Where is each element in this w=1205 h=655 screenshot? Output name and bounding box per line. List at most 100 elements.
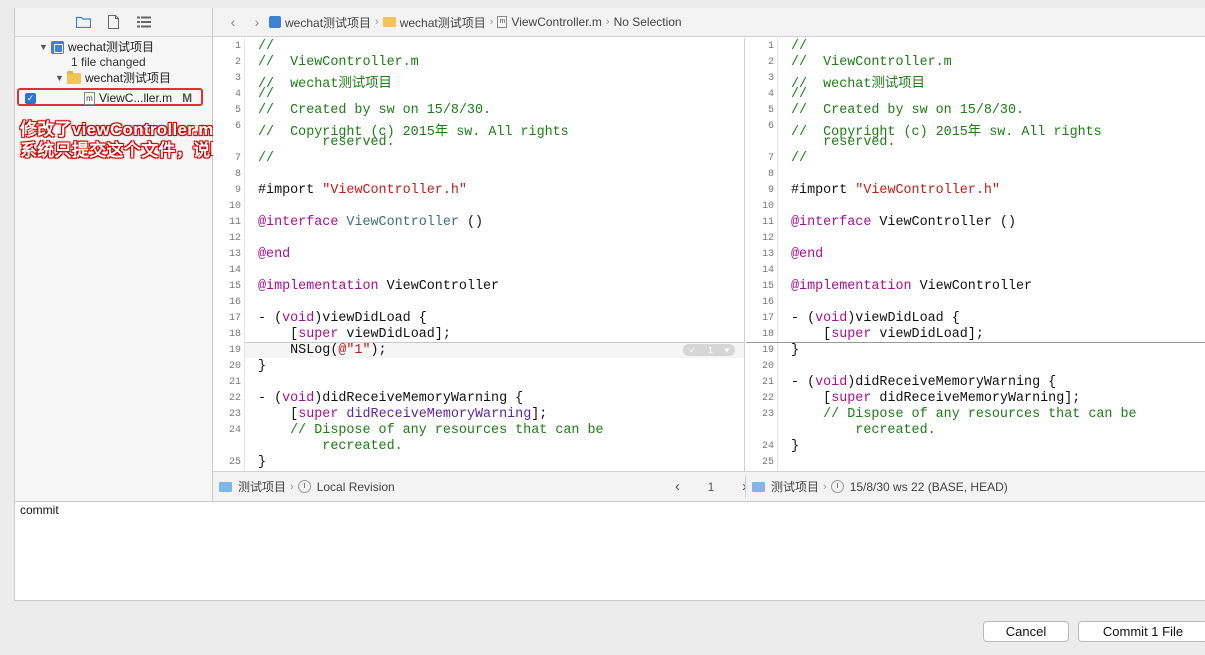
code-line[interactable]: [super didReceiveMemoryWarning]; bbox=[791, 391, 1080, 406]
diff-connector-line bbox=[746, 342, 1205, 343]
code-line[interactable]: [super didReceiveMemoryWarning]; bbox=[258, 407, 547, 422]
line-number: 17 bbox=[761, 313, 774, 324]
code-line[interactable]: // wechat测试项目 bbox=[791, 71, 925, 92]
chevron-right-icon: › bbox=[823, 480, 827, 493]
code-line[interactable]: reserved. bbox=[791, 135, 895, 150]
line-number: 21 bbox=[761, 377, 774, 388]
code-line[interactable]: } bbox=[258, 455, 266, 470]
code-line[interactable]: } bbox=[791, 343, 799, 358]
code-line[interactable]: recreated. bbox=[258, 439, 402, 454]
code-line[interactable]: // bbox=[791, 151, 807, 166]
folder-icon bbox=[219, 481, 232, 492]
change-marker[interactable]: ✓ 1 ▾ bbox=[683, 344, 735, 356]
chevron-right-icon: › bbox=[290, 480, 294, 493]
tree-group-row[interactable]: ▼ wechat测试项目 bbox=[55, 70, 171, 86]
code-line[interactable]: // Created by sw on 15/8/30. bbox=[791, 103, 1024, 118]
base-revision-editor[interactable]: 1 // 2 // ViewController.m 3 // wechat测试项目 4 //… bbox=[746, 38, 1205, 471]
line-number: 22 bbox=[761, 393, 774, 404]
left-revision-label[interactable]: Local Revision bbox=[317, 480, 395, 494]
breadcrumb-file[interactable]: m ViewController.m bbox=[497, 15, 602, 29]
back-arrow-icon[interactable]: ‹ bbox=[221, 14, 245, 30]
previous-change-icon[interactable]: ‹ bbox=[675, 478, 680, 495]
local-revision-editor[interactable]: 1 // 2 // ViewController.m 3 // wechat测试项目 4 //… bbox=[213, 38, 745, 471]
chevron-right-icon: › bbox=[375, 16, 379, 28]
objc-file-icon: m bbox=[84, 91, 95, 105]
file-row-content: ✓ m ViewC...ller.m M bbox=[25, 90, 192, 106]
line-number: 10 bbox=[761, 201, 774, 212]
list-icon[interactable] bbox=[136, 14, 152, 30]
line-number: 9 bbox=[767, 185, 774, 196]
disclosure-triangle-icon[interactable]: ▼ bbox=[55, 70, 67, 86]
tree-project-row[interactable]: ▼ wechat测试项目 bbox=[39, 39, 154, 55]
code-line[interactable]: // bbox=[258, 151, 274, 166]
file-checkbox[interactable]: ✓ bbox=[25, 92, 36, 104]
code-line[interactable]: // ViewController.m bbox=[791, 55, 952, 70]
xcode-project-icon bbox=[51, 40, 64, 54]
code-line[interactable]: // bbox=[791, 39, 807, 54]
line-number: 1 bbox=[767, 41, 774, 52]
code-line[interactable]: - (void)didReceiveMemoryWarning { bbox=[791, 375, 1056, 390]
line-number: 6 bbox=[234, 121, 241, 132]
line-number: 2 bbox=[234, 57, 241, 68]
code-line[interactable]: @end bbox=[258, 247, 290, 262]
line-number: 19 bbox=[761, 345, 774, 356]
code-line[interactable]: #import "ViewController.h" bbox=[791, 183, 1000, 198]
code-line[interactable]: // bbox=[791, 87, 807, 102]
cancel-button[interactable]: Cancel bbox=[983, 621, 1069, 642]
line-number: 18 bbox=[228, 329, 241, 340]
code-line[interactable]: // bbox=[258, 87, 274, 102]
code-line[interactable]: @interface ViewController () bbox=[791, 215, 1016, 230]
breadcrumb-project[interactable]: wechat测试项目 bbox=[269, 14, 371, 31]
code-line[interactable]: [super viewDidLoad]; bbox=[258, 327, 451, 342]
jump-bar: ‹ › wechat测试项目 › wechat测试项目 › m ViewContr… bbox=[213, 8, 1205, 37]
forward-arrow-icon[interactable]: › bbox=[245, 14, 269, 30]
right-folder-label[interactable]: 测试项目 bbox=[771, 478, 819, 495]
code-line[interactable]: [super viewDidLoad]; bbox=[791, 327, 984, 342]
code-line[interactable]: // Created by sw on 15/8/30. bbox=[258, 103, 491, 118]
folder-icon bbox=[752, 481, 765, 492]
code-line[interactable]: // ViewController.m bbox=[258, 55, 419, 70]
line-number: 10 bbox=[228, 201, 241, 212]
commit-message-area[interactable]: commit bbox=[14, 501, 1205, 601]
commit-files-button[interactable]: Commit 1 File bbox=[1078, 621, 1205, 642]
code-line[interactable]: - (void)viewDidLoad { bbox=[791, 311, 960, 326]
breadcrumb-label: wechat测试项目 bbox=[399, 15, 486, 30]
code-line[interactable]: NSLog(@"1"); bbox=[258, 343, 386, 358]
line-number: 17 bbox=[228, 313, 241, 324]
line-number: 20 bbox=[761, 361, 774, 372]
comparison-view: ‹ › wechat测试项目 › wechat测试项目 › m ViewContr… bbox=[213, 8, 1205, 501]
code-line[interactable]: // bbox=[258, 39, 274, 54]
code-line[interactable]: reserved. bbox=[258, 135, 394, 150]
right-revision-label[interactable]: 15/8/30 ws 22 (BASE, HEAD) bbox=[850, 480, 1008, 494]
clock-icon bbox=[297, 480, 311, 493]
change-pager: ‹ 1 › bbox=[675, 478, 747, 495]
document-icon[interactable] bbox=[106, 14, 122, 30]
line-number: 19 bbox=[228, 345, 241, 356]
line-number: 3 bbox=[234, 73, 241, 84]
xcode-project-icon bbox=[269, 16, 281, 28]
disclosure-triangle-icon[interactable]: ▼ bbox=[39, 39, 51, 55]
code-line[interactable]: - (void)viewDidLoad { bbox=[258, 311, 427, 326]
folder-icon[interactable] bbox=[76, 14, 92, 30]
line-number: 4 bbox=[234, 89, 241, 100]
breadcrumb-label: wechat测试项目 bbox=[285, 15, 372, 30]
code-line[interactable]: @implementation ViewController bbox=[258, 279, 499, 294]
code-line[interactable]: // Dispose of any resources that can be bbox=[791, 407, 1136, 422]
tree-file-row[interactable]: ✓ m ViewC...ller.m M bbox=[17, 88, 203, 106]
breadcrumb-selection[interactable]: No Selection bbox=[614, 15, 682, 29]
code-line[interactable]: } bbox=[258, 359, 266, 374]
code-line[interactable]: @end bbox=[791, 247, 823, 262]
line-number: 11 bbox=[761, 217, 774, 228]
left-folder-label[interactable]: 测试项目 bbox=[238, 478, 286, 495]
code-line[interactable]: recreated. bbox=[791, 423, 935, 438]
code-line[interactable]: // Dispose of any resources that can be bbox=[258, 423, 603, 438]
code-line[interactable]: @implementation ViewController bbox=[791, 279, 1032, 294]
code-line[interactable]: // wechat测试项目 bbox=[258, 71, 392, 92]
code-line[interactable]: @interface ViewController () bbox=[258, 215, 483, 230]
divider bbox=[745, 476, 746, 498]
code-line[interactable]: } bbox=[791, 439, 799, 454]
breadcrumb-group[interactable]: wechat测试项目 bbox=[382, 14, 486, 31]
code-line[interactable]: - (void)didReceiveMemoryWarning { bbox=[258, 391, 523, 406]
commit-message-text[interactable]: commit bbox=[20, 503, 59, 517]
code-line[interactable]: #import "ViewController.h" bbox=[258, 183, 467, 198]
